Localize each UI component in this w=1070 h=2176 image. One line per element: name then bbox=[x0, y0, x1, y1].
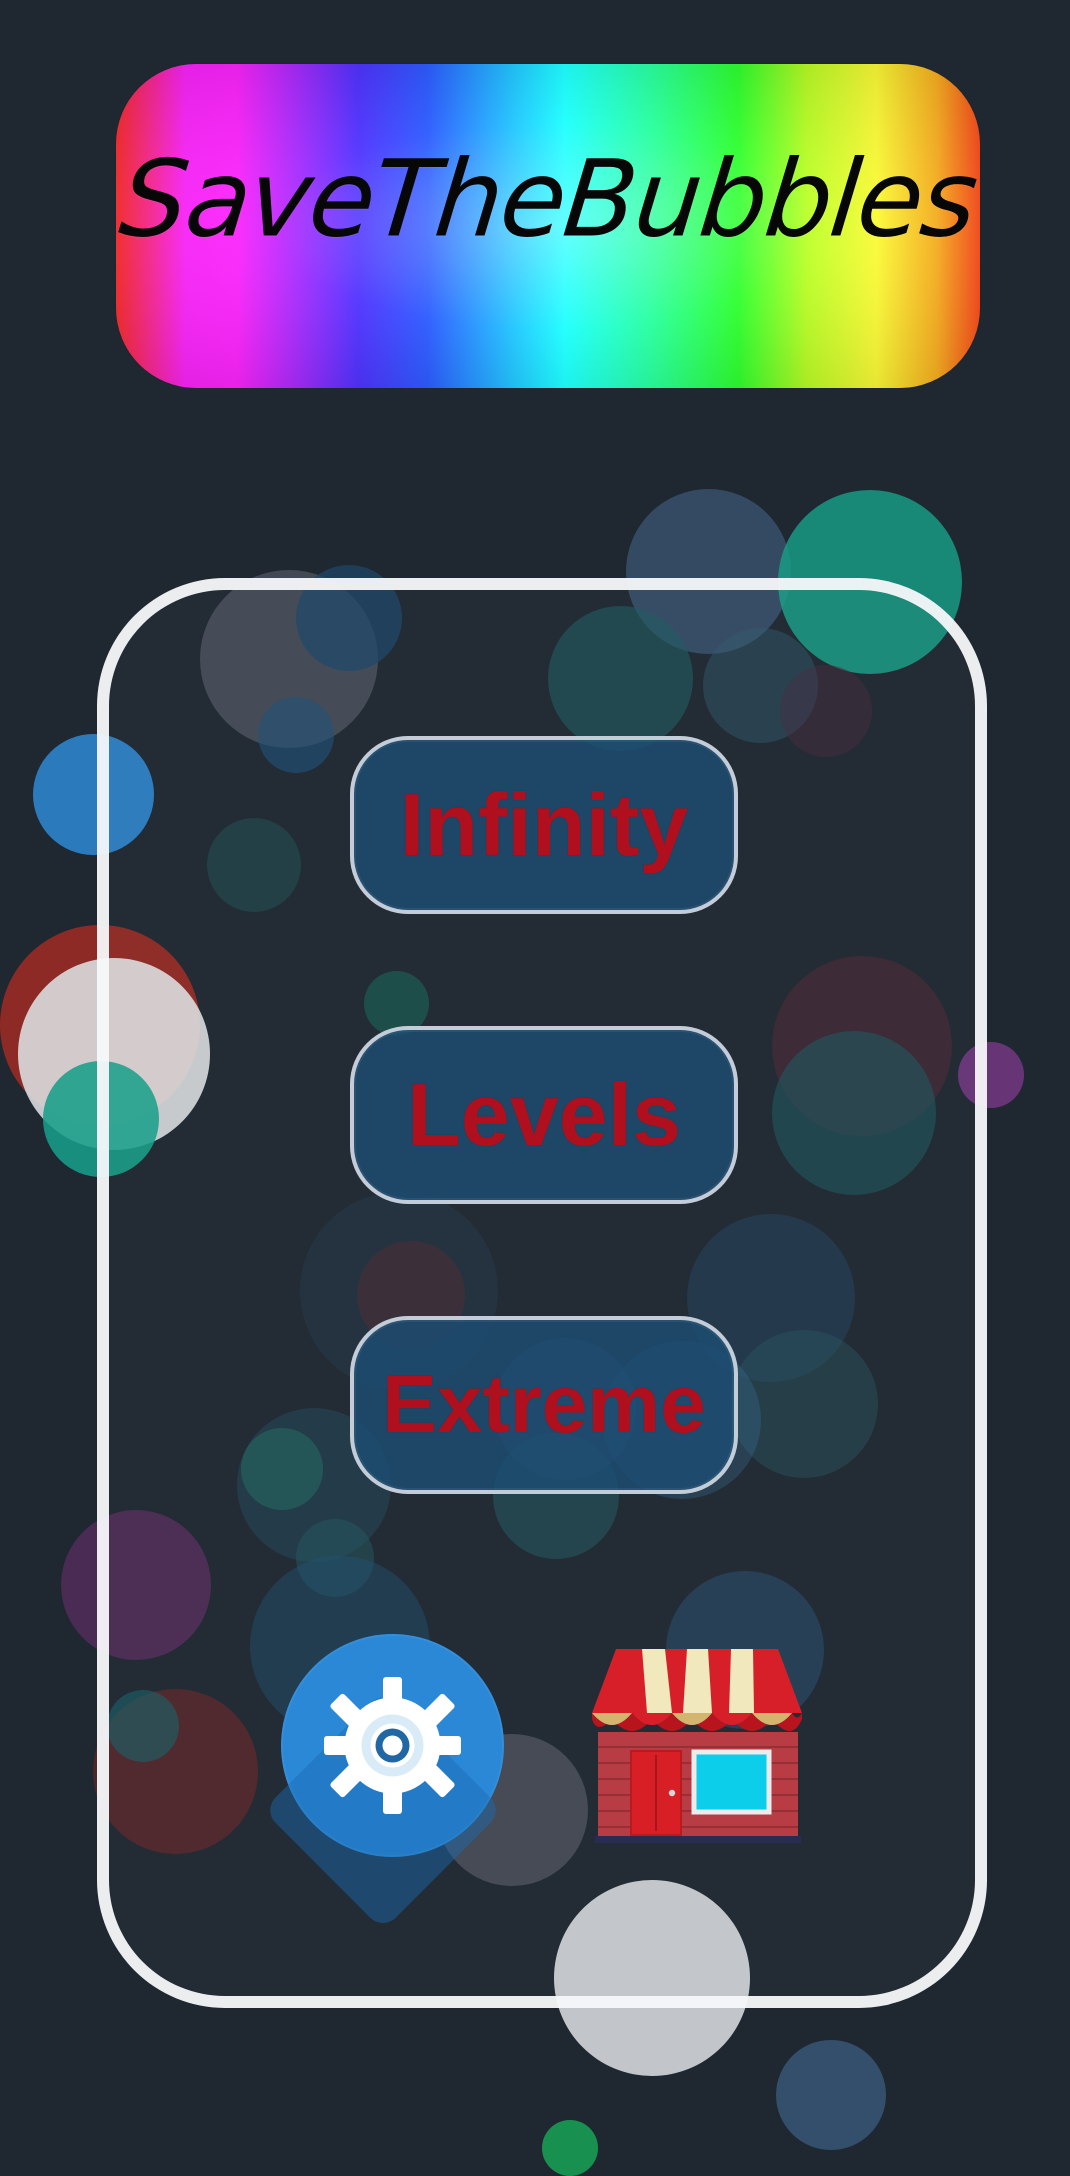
game-title-banner: SaveTheBubbles bbox=[116, 64, 980, 388]
background-bubble bbox=[776, 2040, 886, 2150]
extreme-button[interactable]: Extreme bbox=[350, 1316, 738, 1494]
game-title: SaveTheBubbles bbox=[116, 137, 980, 261]
infinity-button[interactable]: Infinity bbox=[350, 736, 738, 914]
background-bubble bbox=[542, 2120, 598, 2176]
shop-icon bbox=[592, 1649, 802, 1843]
gear-icon bbox=[324, 1677, 461, 1814]
levels-button[interactable]: Levels bbox=[350, 1026, 738, 1204]
shop-button[interactable] bbox=[586, 1647, 808, 1850]
settings-button[interactable] bbox=[281, 1634, 504, 1857]
